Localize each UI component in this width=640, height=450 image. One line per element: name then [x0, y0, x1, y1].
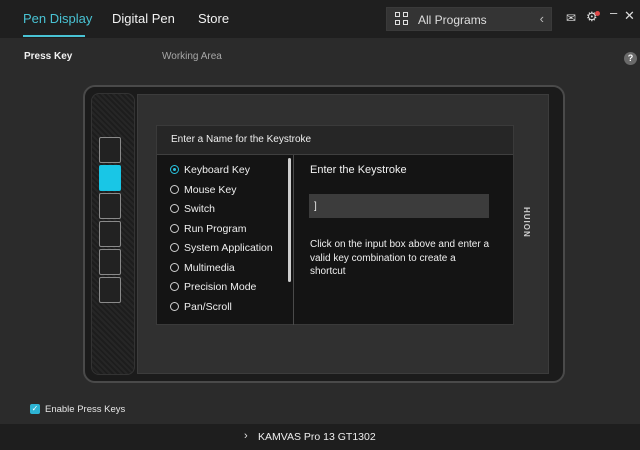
- notification-dot: [595, 11, 600, 16]
- option-system-application[interactable]: System Application: [170, 241, 290, 261]
- radio-icon: [170, 243, 179, 252]
- option-label: Keyboard Key: [184, 164, 250, 176]
- express-key-4[interactable]: [99, 221, 121, 247]
- checkbox-checked-icon[interactable]: ✓: [30, 404, 40, 414]
- minimize-icon[interactable]: –: [610, 6, 617, 20]
- keystroke-title: Enter the Keystroke: [310, 164, 407, 176]
- active-tab-indicator: [23, 35, 85, 37]
- tab-pen-display[interactable]: Pen Display: [23, 11, 92, 26]
- express-key-2[interactable]: [99, 165, 121, 191]
- dialog-divider: [293, 155, 294, 325]
- express-key-5[interactable]: [99, 249, 121, 275]
- chevron-left-icon[interactable]: ‹: [540, 11, 544, 26]
- brand-logo: HUION: [522, 207, 531, 238]
- radio-icon: [170, 204, 179, 213]
- dialog-title: Enter a Name for the Keystroke: [171, 134, 312, 145]
- program-select-value: All Programs: [418, 13, 487, 27]
- radio-icon: [170, 301, 179, 311]
- option-switch[interactable]: Switch: [170, 202, 290, 222]
- grid-icon: [395, 12, 409, 26]
- device-bar[interactable]: › KAMVAS Pro 13 GT1302: [0, 424, 640, 450]
- radio-icon: [170, 223, 179, 233]
- radio-icon: [170, 165, 179, 174]
- top-bar: Pen Display Digital Pen Store All Progra…: [0, 0, 640, 38]
- option-label: System Application: [184, 242, 273, 254]
- radio-icon: [170, 282, 179, 291]
- options-scrollbar[interactable]: [288, 158, 291, 282]
- dialog-title-bar: Enter a Name for the Keystroke: [157, 126, 513, 155]
- tab-press-key[interactable]: Press Key: [24, 51, 72, 62]
- device-name: KAMVAS Pro 13 GT1302: [258, 431, 376, 443]
- radio-icon: [170, 262, 179, 272]
- tab-store[interactable]: Store: [198, 11, 229, 26]
- mail-icon[interactable]: ✉: [566, 11, 576, 25]
- option-label: Multimedia: [184, 261, 235, 274]
- option-label: Switch: [184, 203, 215, 215]
- keystroke-help-text: Click on the input box above and enter a…: [310, 239, 490, 277]
- keystroke-dialog: Enter a Name for the Keystroke Keyboard …: [156, 125, 514, 325]
- option-pan-scroll[interactable]: Pan/Scroll: [170, 300, 290, 320]
- option-label: Precision Mode: [184, 281, 257, 293]
- option-precision-mode[interactable]: Precision Mode: [170, 280, 290, 300]
- keystroke-input[interactable]: [309, 194, 489, 218]
- option-mouse-key[interactable]: Mouse Key: [170, 183, 290, 203]
- tab-working-area[interactable]: Working Area: [162, 51, 222, 62]
- program-select[interactable]: All Programs ‹: [386, 7, 552, 31]
- option-label: Run Program: [184, 222, 247, 235]
- chevron-right-icon[interactable]: ›: [244, 430, 248, 442]
- express-key-3[interactable]: [99, 193, 121, 219]
- close-icon[interactable]: ✕: [624, 9, 635, 23]
- option-keyboard-key[interactable]: Keyboard Key: [170, 163, 290, 183]
- function-options: Keyboard Key Mouse Key Switch Run Progra…: [170, 163, 290, 319]
- radio-icon: [170, 184, 179, 194]
- express-key-1[interactable]: [99, 137, 121, 163]
- option-run-program[interactable]: Run Program: [170, 222, 290, 242]
- option-multimedia[interactable]: Multimedia: [170, 261, 290, 281]
- express-keys: [99, 137, 121, 305]
- express-key-6[interactable]: [99, 277, 121, 303]
- option-label: Pan/Scroll: [184, 300, 232, 313]
- tab-digital-pen[interactable]: Digital Pen: [112, 11, 175, 26]
- sub-header: Press Key Working Area ?: [0, 38, 640, 78]
- option-label: Mouse Key: [184, 183, 237, 196]
- enable-press-keys-label: Enable Press Keys: [45, 404, 126, 415]
- help-icon[interactable]: ?: [624, 52, 637, 65]
